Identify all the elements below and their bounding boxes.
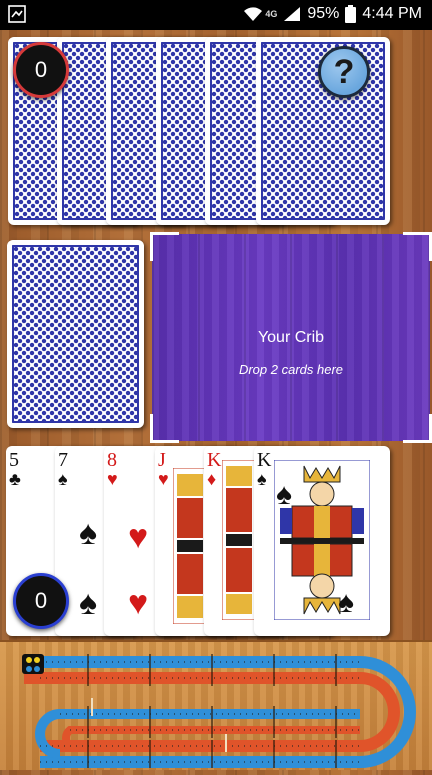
start-pegs — [22, 654, 44, 674]
heart-icon: ♥ — [107, 469, 118, 489]
card-rank: K — [207, 449, 222, 471]
spade-icon: ♠ — [338, 586, 354, 619]
help-icon: ? — [333, 52, 355, 91]
clock: 4:44 PM — [362, 5, 422, 22]
network-type-label: 4G — [265, 9, 278, 19]
player-score-badge: 0 — [13, 573, 69, 629]
card-rank: 5 — [9, 449, 19, 471]
diamond-icon: ♦ — [207, 469, 217, 489]
spade-icon: ♠ — [58, 469, 68, 489]
crib-drop-zone[interactable]: Your Crib Drop 2 cards here — [150, 232, 432, 443]
spade-icon: ♠ — [79, 584, 98, 622]
wifi-icon — [244, 7, 263, 21]
spade-icon: ♠ — [276, 478, 292, 511]
notification-icon — [8, 5, 26, 23]
opponent-score: 0 — [34, 57, 48, 82]
crib-corner-marker — [150, 232, 179, 261]
king-illustration — [222, 460, 256, 620]
card-rank: J — [158, 449, 166, 471]
crib-instruction: Drop 2 cards here — [238, 362, 344, 377]
cribbage-track — [22, 654, 416, 768]
crib-corner-marker — [403, 232, 432, 261]
heart-icon: ♥ — [128, 584, 149, 622]
help-button[interactable]: ? — [318, 46, 370, 98]
club-icon: ♣ — [9, 469, 21, 489]
battery-percent: 95% — [307, 5, 340, 22]
battery-icon — [345, 5, 357, 23]
crib-title: Your Crib — [257, 329, 325, 346]
heart-icon: ♥ — [128, 518, 149, 556]
crib-corner-marker — [403, 414, 432, 443]
crib-corner-marker — [150, 414, 179, 443]
player-card-k-spades[interactable]: K ♠ ♠ ♠ — [254, 446, 390, 636]
jack-illustration — [173, 468, 207, 624]
spade-icon: ♠ — [79, 514, 98, 552]
deck-card[interactable] — [7, 240, 144, 428]
spade-icon: ♠ — [257, 469, 267, 489]
signal-icon — [284, 7, 301, 21]
opponent-score-badge: 0 — [13, 42, 69, 98]
card-rank: K — [257, 449, 272, 471]
status-bar: 4G 95% 4:44 PM — [0, 0, 432, 30]
card-rank: 7 — [58, 449, 68, 471]
cribbage-board — [0, 640, 432, 770]
card-rank: 8 — [107, 449, 117, 471]
player-score: 0 — [34, 588, 48, 613]
heart-icon: ♥ — [158, 469, 169, 489]
